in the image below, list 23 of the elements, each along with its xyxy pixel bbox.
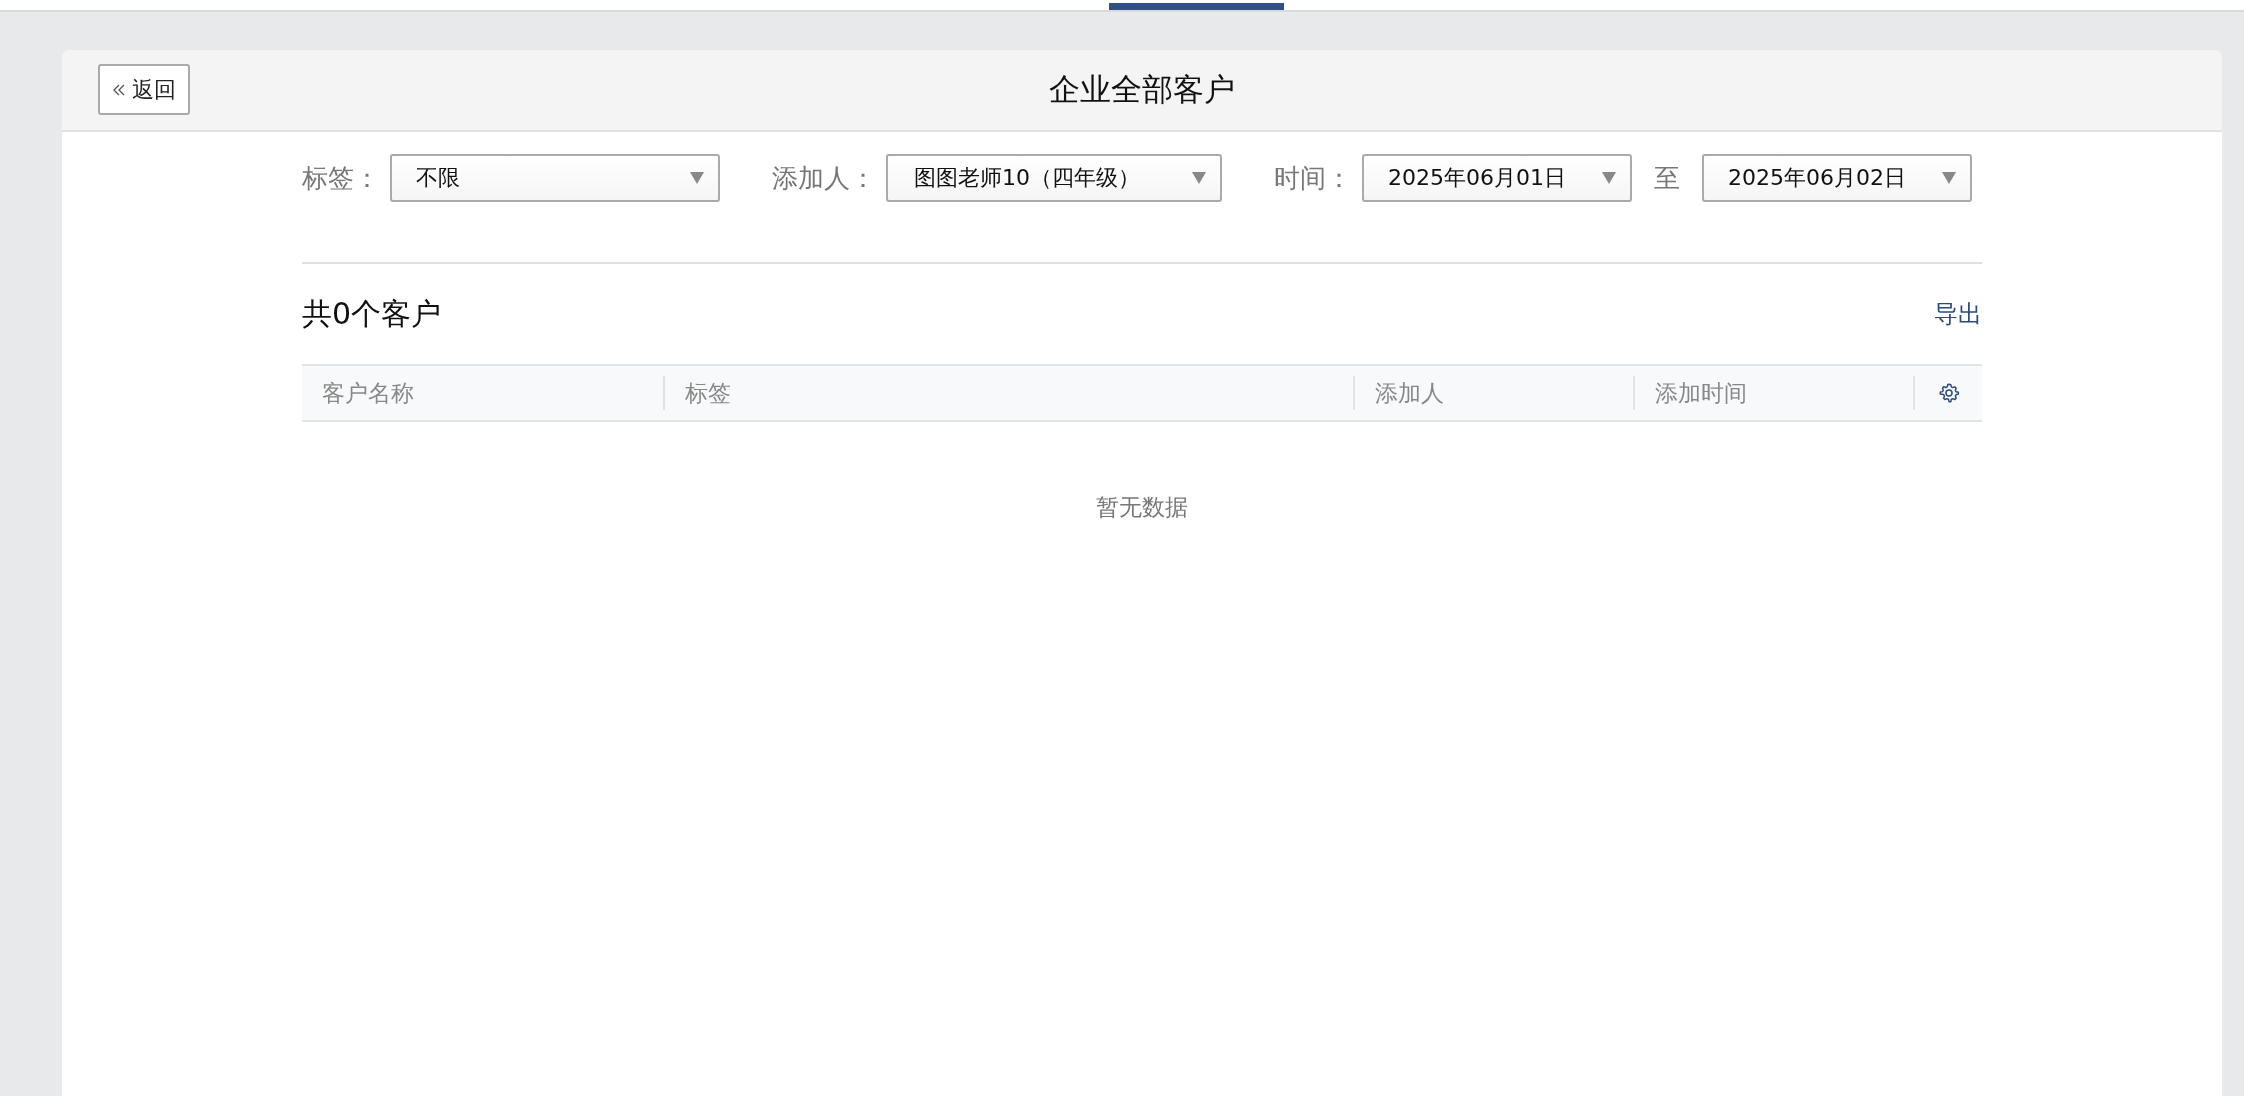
dropdown-arrow-icon — [690, 172, 704, 184]
dropdown-arrow-icon — [1192, 172, 1206, 184]
export-link[interactable]: 导出 — [1934, 298, 1982, 330]
filter-label: 标签： — [302, 161, 380, 195]
page-title: 企业全部客户 — [1049, 70, 1235, 109]
back-button[interactable]: 返回 — [98, 64, 190, 115]
dropdown-arrow-icon — [1602, 172, 1616, 184]
start-date-dropdown[interactable]: 2025年06月01日 — [1362, 154, 1632, 202]
customer-count: 共0个客户 — [302, 294, 442, 333]
column-header: 客户名称 — [322, 378, 414, 408]
empty-message: 暂无数据 — [1096, 494, 1188, 520]
tag-dropdown[interactable]: 不限 — [390, 154, 720, 202]
filter-label: 添加人： — [772, 161, 876, 195]
double-chevron-left-icon — [112, 82, 126, 97]
end-date-dropdown[interactable]: 2025年06月02日 — [1702, 154, 1972, 202]
column-header: 添加人 — [1375, 378, 1444, 408]
settings-icon[interactable] — [1937, 382, 1960, 404]
dropdown-arrow-icon — [1942, 172, 1956, 184]
column-header: 标签 — [685, 378, 731, 408]
adder-dropdown[interactable]: 图图老师10（四年级） — [886, 154, 1222, 202]
filter-label: 时间： — [1274, 161, 1352, 195]
range-separator: 至 — [1654, 161, 1680, 195]
column-header: 添加时间 — [1655, 378, 1747, 408]
